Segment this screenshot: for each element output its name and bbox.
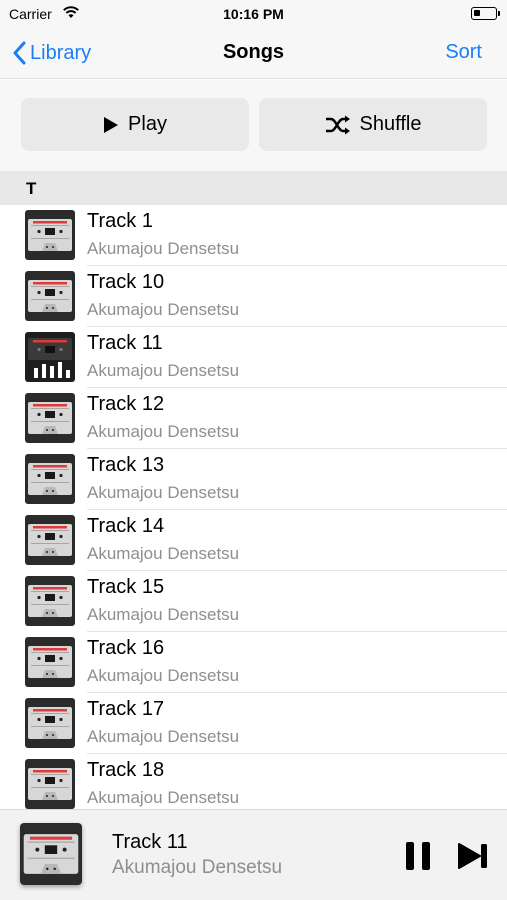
song-title: Track 18 [87, 759, 165, 781]
status-time: 10:16 PM [223, 6, 284, 22]
song-title: Track 15 [87, 576, 165, 598]
song-row[interactable]: Track 16 Akumajou Densetsu [0, 632, 507, 693]
song-artist: Akumajou Densetsu [87, 483, 240, 502]
song-row[interactable]: Track 15 Akumajou Densetsu [0, 571, 507, 632]
equalizer-artwork-icon [25, 332, 75, 382]
song-artist: Akumajou Densetsu [87, 544, 240, 563]
sort-button[interactable]: Sort [445, 41, 482, 64]
song-row[interactable]: Track 18 Akumajou Densetsu [0, 754, 507, 815]
song-row[interactable]: Track 14 Akumajou Densetsu [0, 510, 507, 571]
song-title: Track 12 [87, 393, 165, 415]
song-artist: Akumajou Densetsu [87, 239, 240, 258]
shuffle-button-label: Shuffle [359, 113, 422, 135]
song-title: Track 10 [87, 271, 165, 293]
play-button[interactable]: Play [21, 98, 249, 151]
shuffle-icon [325, 115, 350, 134]
cassette-artwork-icon [25, 759, 75, 809]
cassette-artwork-icon [25, 454, 75, 504]
song-artist: Akumajou Densetsu [87, 605, 240, 624]
song-row[interactable]: Track 10 Akumajou Densetsu [0, 266, 507, 327]
now-playing-artwork-icon [20, 823, 82, 885]
play-button-label: Play [128, 113, 167, 135]
song-artist: Akumajou Densetsu [87, 788, 240, 807]
cassette-artwork-icon [25, 271, 75, 321]
cassette-artwork-icon [25, 393, 75, 443]
song-title: Track 1 [87, 210, 153, 232]
song-title: Track 16 [87, 637, 165, 659]
pause-icon[interactable] [403, 840, 433, 872]
now-playing-artist: Akumajou Densetsu [112, 857, 283, 878]
section-header: T [0, 171, 507, 205]
song-row[interactable]: Track 11 Akumajou Densetsu [0, 327, 507, 388]
song-artist: Akumajou Densetsu [87, 300, 240, 319]
play-icon [104, 116, 119, 133]
mini-player[interactable]: Track 11 Akumajou Densetsu [0, 809, 507, 900]
song-artist: Akumajou Densetsu [87, 361, 240, 380]
cassette-artwork-icon [25, 637, 75, 687]
song-row[interactable]: Track 13 Akumajou Densetsu [0, 449, 507, 510]
song-list: Track 1 Akumajou Densetsu Track 10 Akuma… [0, 205, 507, 815]
song-artist: Akumajou Densetsu [87, 666, 240, 685]
page-title: Songs [222, 41, 285, 63]
cassette-artwork-icon [25, 515, 75, 565]
song-title: Track 14 [87, 515, 165, 537]
song-artist: Akumajou Densetsu [87, 727, 240, 746]
next-track-icon[interactable] [456, 841, 490, 871]
cassette-artwork-icon [25, 576, 75, 626]
action-bar: Play Shuffle [0, 80, 507, 171]
song-artist: Akumajou Densetsu [87, 422, 240, 441]
shuffle-button[interactable]: Shuffle [259, 98, 487, 151]
song-row[interactable]: Track 1 Akumajou Densetsu [0, 205, 507, 266]
cassette-artwork-icon [25, 698, 75, 748]
cassette-artwork-icon [25, 210, 75, 260]
section-letter: T [26, 179, 37, 198]
song-title: Track 11 [87, 332, 163, 354]
song-row[interactable]: Track 12 Akumajou Densetsu [0, 388, 507, 449]
song-title: Track 13 [87, 454, 165, 476]
song-row[interactable]: Track 17 Akumajou Densetsu [0, 693, 507, 754]
now-playing-title: Track 11 [112, 831, 188, 853]
status-bar: Carrier 10:16 PM [0, 0, 507, 28]
song-title: Track 17 [87, 698, 165, 720]
navigation-bar: Library Songs Sort [0, 28, 507, 79]
battery-icon [471, 7, 500, 20]
